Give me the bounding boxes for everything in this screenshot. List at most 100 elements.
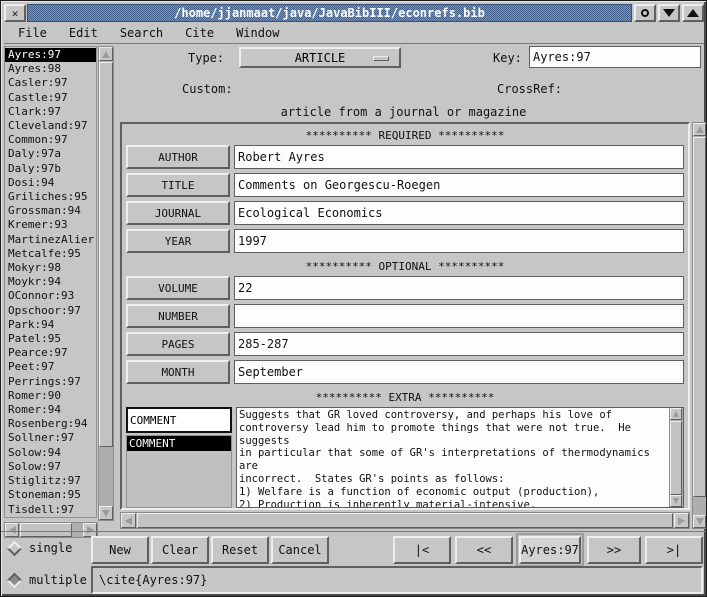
nav-next-button[interactable]: >> [587,536,641,564]
title-field-label[interactable]: TITLE [126,173,230,197]
reference-list-item[interactable]: Ayres:98 [5,62,96,76]
menu-item[interactable]: Edit [69,26,98,40]
cite-mode-single[interactable]: single [1,541,72,555]
scroll-down-button[interactable] [99,506,113,520]
key-field[interactable] [529,46,701,68]
type-value: ARTICLE [295,51,346,65]
menubar: File Edit Search Cite Window [4,23,704,44]
author-field-label[interactable]: AUTHOR [126,145,230,169]
extra-field-list-item[interactable]: COMMENT [127,436,231,451]
reference-list-item[interactable]: Grossman:94 [5,204,96,218]
scroll-up-button[interactable] [670,408,682,420]
reference-list-item[interactable]: Perrings:97 [5,375,96,389]
reference-list-item[interactable]: Stoneman:95 [5,488,96,502]
reference-list-item[interactable]: Clark:97 [5,105,96,119]
number-field-label[interactable]: NUMBER [126,304,230,328]
scroll-up-button[interactable] [99,47,113,61]
extra-field-name-input[interactable] [126,407,232,433]
scroll-down-button[interactable] [693,515,706,528]
menu-item[interactable]: Window [236,26,279,40]
pages-field-label[interactable]: PAGES [126,332,230,356]
maximize-icon [687,9,699,17]
volume-field[interactable] [234,276,684,300]
comment-textarea[interactable]: Suggests that GR loved controversy, and … [237,408,669,507]
reference-list-item[interactable]: Mokyr:98 [5,261,96,275]
reference-list-item[interactable]: Ayres:97 [5,48,96,62]
clear-button[interactable]: Clear [151,536,209,564]
reference-list-item[interactable]: Pearce:97 [5,346,96,360]
year-field-label[interactable]: YEAR [126,229,230,253]
reference-list-item[interactable]: Romer:90 [5,389,96,403]
year-field[interactable] [234,229,684,253]
journal-field[interactable] [234,201,684,225]
maximize-button[interactable] [682,4,704,22]
reference-list-item[interactable]: Sollner:97 [5,431,96,445]
scroll-up-button[interactable] [693,123,706,136]
window-title[interactable]: /home/jjanmaat/java/JavaBibIII/econrefs.… [27,4,632,22]
arrow-up-icon [102,51,110,58]
reset-button[interactable]: Reset [211,536,269,564]
new-button[interactable]: New [91,536,149,564]
nav-prev-button[interactable]: << [455,536,513,564]
volume-field-label[interactable]: VOLUME [126,276,230,300]
menu-item[interactable]: File [18,26,47,40]
scrollbar-thumb[interactable] [137,513,673,528]
menu-item[interactable]: Cite [185,26,214,40]
scrollbar-thumb[interactable] [670,421,682,495]
reference-list-item[interactable]: OConnor:93 [5,289,96,303]
reference-list-item[interactable]: Stiglitz:97 [5,474,96,488]
number-field[interactable] [234,304,684,328]
journal-field-label[interactable]: JOURNAL [126,201,230,225]
reference-list-item[interactable]: Solow:97 [5,460,96,474]
arrow-up-icon [696,126,704,133]
nav-last-button[interactable]: >| [645,536,703,564]
reference-list-item[interactable]: MartinezAlier:9 [5,233,96,247]
pages-field[interactable] [234,332,684,356]
reference-list-item[interactable]: Griliches:95 [5,190,96,204]
cancel-button[interactable]: Cancel [271,536,329,564]
reference-list-item[interactable]: Daly:97b [5,162,96,176]
reference-list-item[interactable]: Patel:95 [5,332,96,346]
reference-list: Ayres:97Ayres:98Casler:97Castle:97Clark:… [4,46,97,518]
nav-first-button[interactable]: |< [393,536,451,564]
reference-list-item[interactable]: Metcalfe:95 [5,247,96,261]
reference-list-item[interactable]: Peet:97 [5,360,96,374]
reference-list-item[interactable]: Casler:97 [5,76,96,90]
month-field[interactable] [234,360,684,384]
type-dropdown[interactable]: ARTICLE [239,47,401,68]
reference-list-item[interactable]: Rosenberg:94 [5,417,96,431]
title-field[interactable] [234,173,684,197]
cite-mode-multiple[interactable]: multiple [1,573,87,587]
scrollbar-thumb[interactable] [99,62,113,447]
month-field-label[interactable]: MONTH [126,360,230,384]
reference-list-vscrollbar[interactable] [98,46,114,521]
close-button[interactable]: ✕ [4,4,26,22]
reference-list-item[interactable]: Solow:94 [5,446,96,460]
comment-vscrollbar[interactable] [669,408,683,507]
form-vscrollbar[interactable] [692,122,707,529]
reference-list-item[interactable]: Dosi:94 [5,176,96,190]
author-field[interactable] [234,145,684,169]
reference-list-item[interactable]: Kremer:93 [5,218,96,232]
iconify-button[interactable] [658,4,680,22]
reference-list-item[interactable]: Cleveland:97 [5,119,96,133]
scroll-down-button[interactable] [670,495,682,507]
reference-list-item[interactable]: Castle:97 [5,91,96,105]
reference-list-item[interactable]: Daly:97a [5,147,96,161]
reference-list-item[interactable]: Tisdell:97 [5,503,96,517]
menu-item[interactable]: Search [120,26,163,40]
reference-list-item[interactable]: Moykr:94 [5,275,96,289]
window-menu-button[interactable] [634,4,656,22]
nav-current-button[interactable]: Ayres:97 [519,536,581,564]
reference-list-item[interactable]: Park:94 [5,318,96,332]
form-hscrollbar[interactable] [120,512,690,529]
scrollbar-thumb[interactable] [693,137,706,497]
reference-list-item[interactable]: Romer:94 [5,403,96,417]
extra-section-header: ********** EXTRA ********** [124,391,686,404]
circle-icon [641,9,649,17]
scroll-left-button[interactable] [121,513,136,528]
cite-command-field[interactable] [91,566,703,594]
reference-list-item[interactable]: Opschoor:97 [5,304,96,318]
reference-list-item[interactable]: Common:97 [5,133,96,147]
scroll-right-button[interactable] [674,513,689,528]
